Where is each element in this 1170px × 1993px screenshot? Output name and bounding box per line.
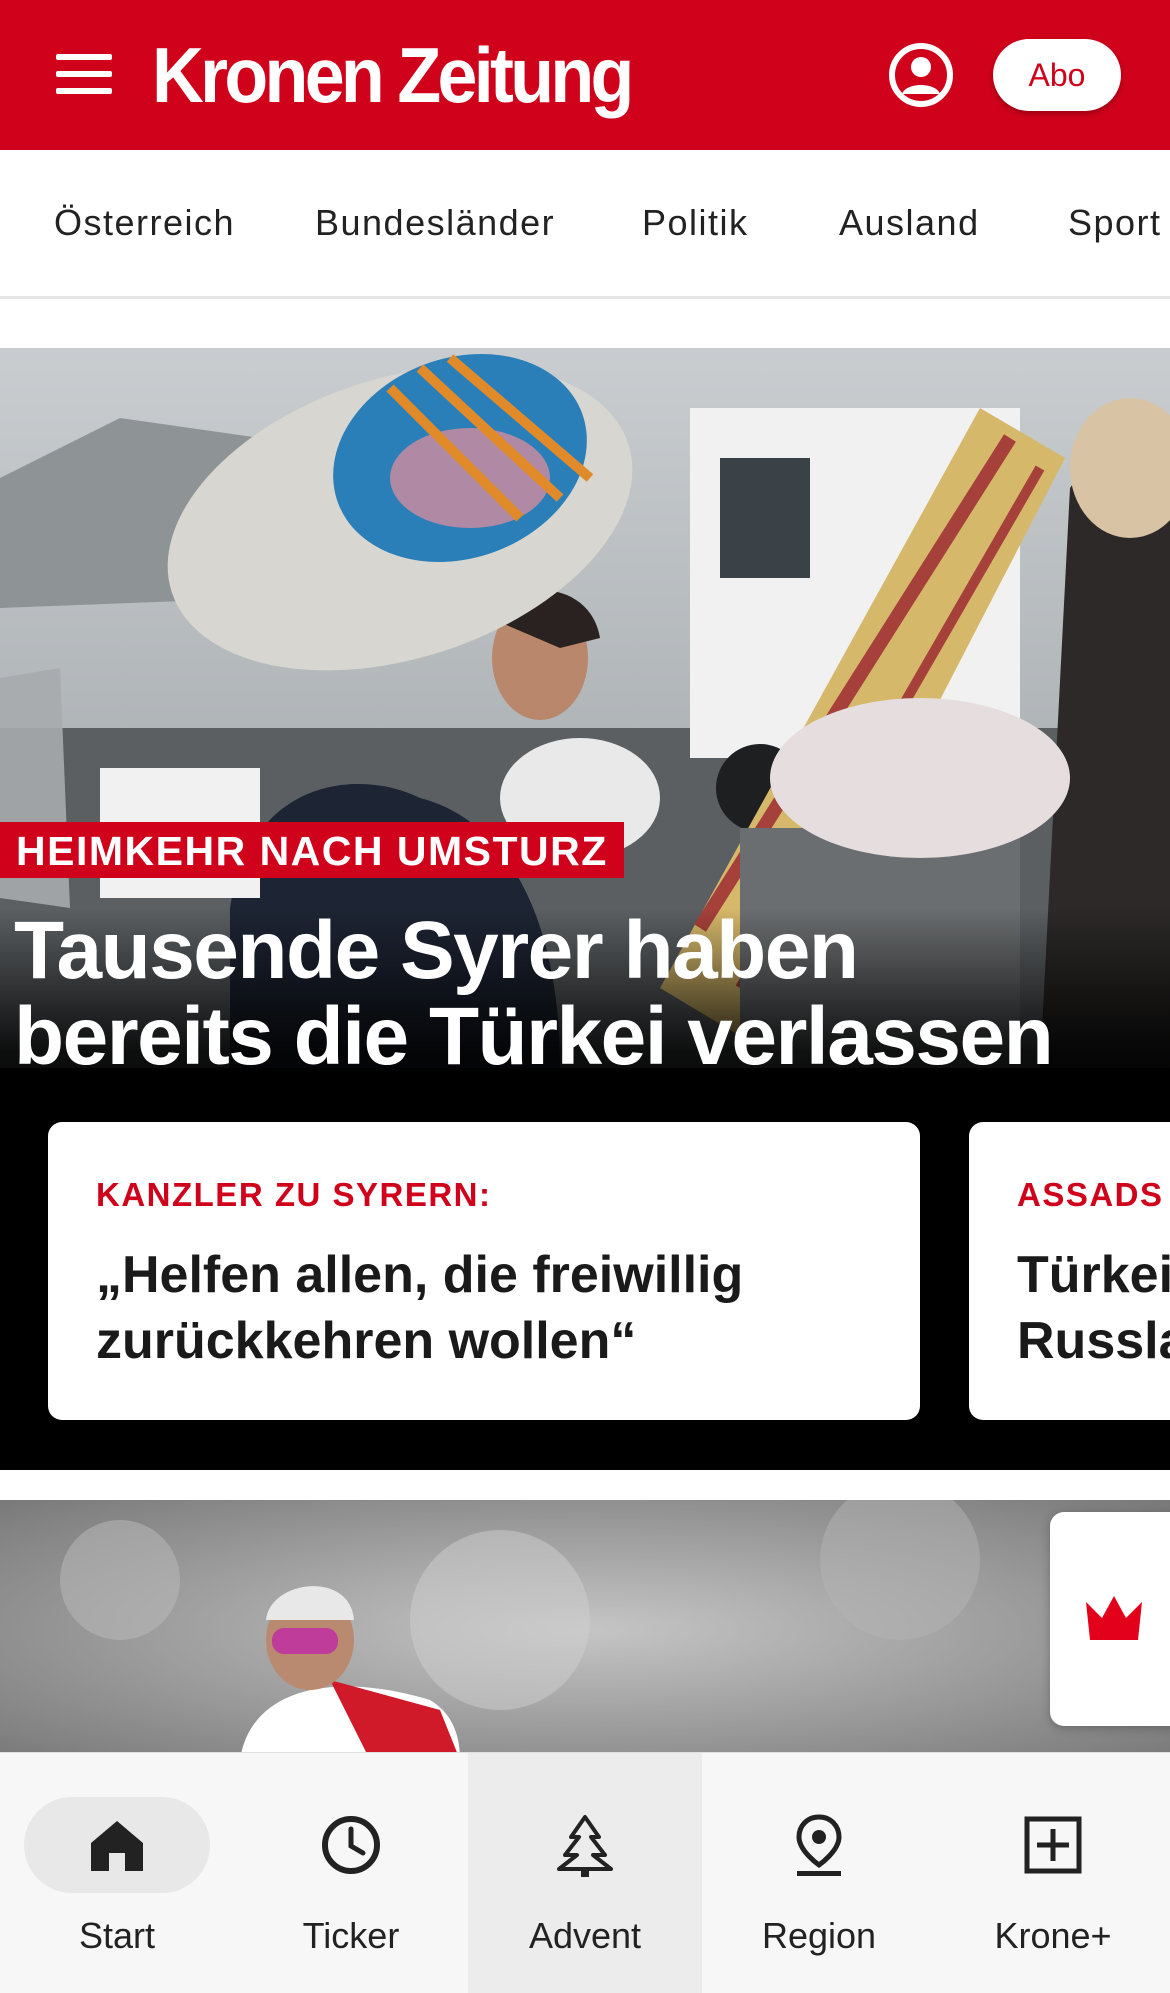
skier-image bbox=[0, 1500, 1170, 1760]
plus-box-icon bbox=[1024, 1816, 1082, 1874]
related-article-card[interactable]: ASSADS Türkei Russla bbox=[969, 1122, 1170, 1420]
nav-tab-label: Ticker bbox=[302, 1915, 400, 1956]
article-teaser-image[interactable] bbox=[0, 1500, 1170, 1760]
category-item-oesterreich[interactable]: Österreich bbox=[54, 202, 235, 244]
hero-article[interactable]: HEIMKEHR NACH UMSTURZ Tausende Syrer hab… bbox=[0, 348, 1170, 1470]
nav-tab-krone-plus[interactable]: Krone+ bbox=[936, 1753, 1170, 1993]
related-article-card[interactable]: KANZLER ZU SYRERN: „Helfen allen, die fr… bbox=[48, 1122, 920, 1420]
top-bar: Kronen Zeitung Abo bbox=[0, 0, 1170, 150]
menu-icon[interactable] bbox=[56, 54, 112, 94]
hero-kicker: HEIMKEHR NACH UMSTURZ bbox=[0, 822, 624, 878]
nav-tab-start[interactable]: Start bbox=[0, 1753, 234, 1993]
nav-tab-advent[interactable]: Advent bbox=[468, 1753, 702, 1993]
nav-tab-ticker[interactable]: Ticker bbox=[234, 1753, 468, 1993]
tree-icon bbox=[557, 1815, 613, 1877]
bottom-navigation: Start Ticker Advent Region Krone+ bbox=[0, 1752, 1170, 1993]
category-item-sport[interactable]: Sport bbox=[1068, 202, 1162, 244]
clock-icon bbox=[322, 1816, 380, 1874]
location-pin-icon bbox=[796, 1814, 842, 1876]
related-article-kicker: ASSADS bbox=[1017, 1176, 1164, 1213]
category-nav: Österreich Bundesländer Politik Ausland … bbox=[0, 150, 1170, 299]
krone-plus-badge[interactable] bbox=[1050, 1512, 1170, 1726]
nav-tab-label: Krone+ bbox=[994, 1915, 1112, 1956]
site-logo[interactable]: Kronen Zeitung bbox=[152, 30, 634, 120]
related-article-title: „Helfen allen, die freiwillig zurückkehr… bbox=[96, 1246, 744, 1370]
related-article-title: Türkei Russla bbox=[1017, 1246, 1170, 1370]
category-item-bundeslaender[interactable]: Bundesländer bbox=[315, 202, 555, 244]
home-icon bbox=[91, 1821, 143, 1871]
category-item-politik[interactable]: Politik bbox=[642, 202, 749, 244]
abo-button[interactable]: Abo bbox=[993, 39, 1121, 111]
category-item-ausland[interactable]: Ausland bbox=[839, 202, 980, 244]
crown-icon bbox=[1086, 1596, 1142, 1640]
nav-tab-label: Start bbox=[78, 1915, 156, 1956]
nav-tab-label: Advent bbox=[528, 1915, 642, 1956]
hero-headline[interactable]: Tausende Syrer haben bereits die Türkei … bbox=[14, 908, 1134, 1080]
related-article-kicker: KANZLER ZU SYRERN: bbox=[96, 1176, 492, 1213]
account-icon[interactable] bbox=[888, 42, 954, 108]
nav-tab-label: Region bbox=[761, 1915, 877, 1956]
nav-tab-region[interactable]: Region bbox=[702, 1753, 936, 1993]
